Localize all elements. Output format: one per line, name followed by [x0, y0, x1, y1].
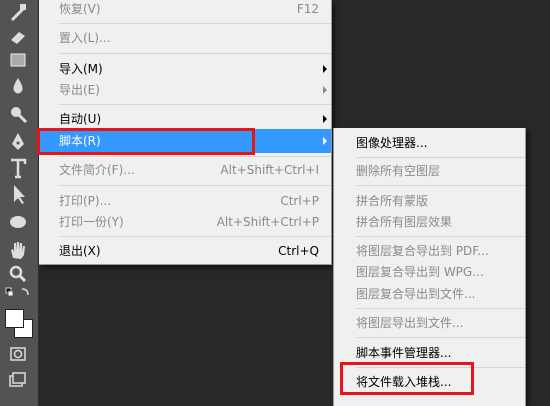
quick-mask-icon[interactable] [4, 342, 32, 366]
submenu-item-export-layers-to-files[interactable]: 将图层导出到文件... [334, 311, 525, 335]
menu-separator [59, 236, 331, 237]
submenu-separator [356, 337, 525, 338]
menu-separator [59, 156, 331, 157]
submenu-item-delete-empty-layers[interactable]: 删除所有空图层 [334, 159, 525, 183]
menu-item-print-one-copy[interactable]: 打印一份(Y) Alt+Shift+Ctrl+P [39, 210, 331, 234]
annotation-box-scripts [37, 128, 255, 155]
screen-mode-icon[interactable] [4, 368, 32, 392]
submenu-separator [356, 236, 525, 237]
menu-item-place[interactable]: 置入(L)... [39, 26, 331, 50]
pen-tool-icon[interactable] [4, 130, 32, 154]
dodge-tool-icon[interactable] [4, 102, 32, 126]
zoom-tool-icon[interactable] [4, 262, 32, 286]
submenu-item-layer-comps-to-files[interactable]: 图层复合导出到文件... [334, 282, 525, 306]
swap-colors-icon[interactable] [4, 286, 32, 300]
blur-tool-icon[interactable] [4, 74, 32, 98]
hand-tool-icon[interactable] [4, 238, 32, 262]
clone-stamp-tool-icon[interactable] [4, 0, 32, 24]
submenu-separator [356, 308, 525, 309]
submenu-arrow-icon [323, 137, 327, 145]
menu-separator [59, 23, 331, 24]
menu-item-exit[interactable]: 退出(X) Ctrl+Q [39, 239, 331, 263]
submenu-arrow-icon [323, 115, 327, 123]
menu-item-revert[interactable]: 恢复(V) F12 [39, 0, 331, 21]
ellipse-tool-icon[interactable] [4, 210, 32, 234]
type-tool-icon[interactable] [4, 156, 32, 180]
submenu-item-image-processor[interactable]: 图像处理器... [334, 131, 525, 155]
path-selection-tool-icon[interactable] [4, 182, 32, 206]
submenu-separator [356, 157, 525, 158]
foreground-color-swatch[interactable] [5, 309, 24, 328]
menu-item-export[interactable]: 导出(E) [39, 78, 331, 102]
annotation-box-load-files-into-stack [340, 362, 474, 395]
submenu-arrow-icon [323, 65, 327, 73]
submenu-item-flatten-all-layer-effects[interactable]: 拼合所有图层效果 [334, 210, 525, 234]
menu-separator [59, 53, 331, 54]
eraser-tool-icon[interactable] [4, 24, 32, 48]
submenu-separator [356, 185, 525, 186]
menu-separator [59, 185, 331, 186]
submenu-item-layer-comps-to-wpg[interactable]: 图层复合导出到 WPG... [334, 260, 525, 284]
menu-separator [59, 104, 331, 105]
menu-item-file-info[interactable]: 文件简介(F)... Alt+Shift+Ctrl+I [39, 158, 331, 182]
submenu-arrow-icon [323, 86, 327, 94]
gradient-tool-icon[interactable] [4, 48, 32, 72]
tools-panel [0, 0, 39, 406]
